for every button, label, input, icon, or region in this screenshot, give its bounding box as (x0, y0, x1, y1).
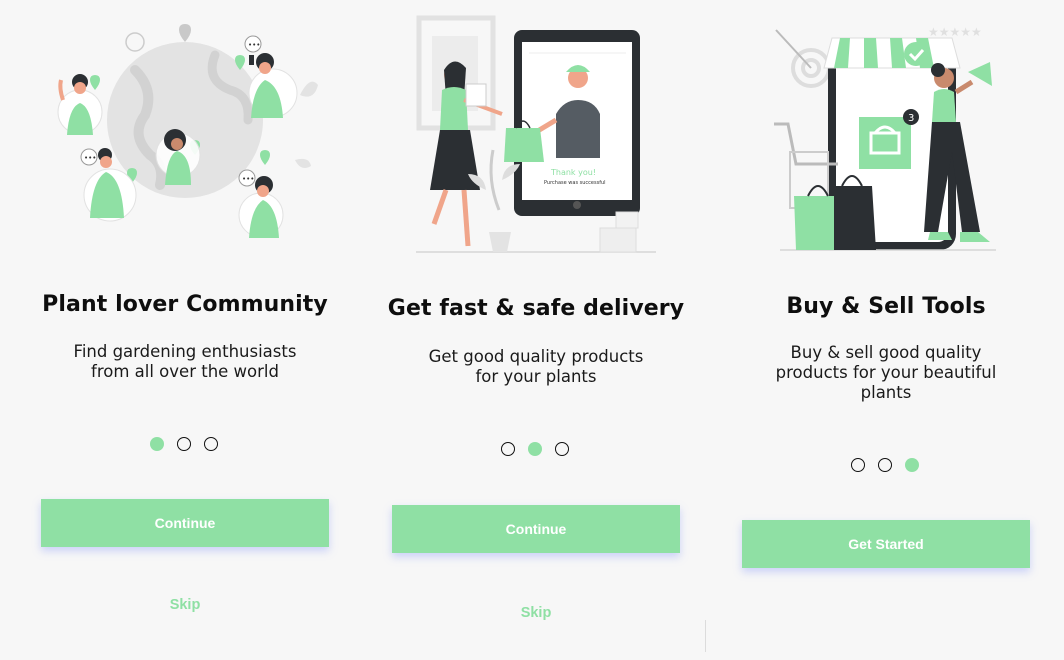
cart-badge: 3 (908, 113, 914, 124)
description-line: products for your beautiful (775, 363, 997, 382)
screen-description: Buy & sell good quality products for you… (716, 343, 1056, 403)
screen-description: Find gardening enthusiasts from all over… (15, 342, 355, 382)
svg-text:•••: ••• (242, 175, 254, 183)
continue-button[interactable]: Continue (41, 499, 329, 547)
onboarding-screen-tools: ★★★★★ 3 Buy & Sell Tools Buy & sell good… (716, 0, 1056, 660)
screen-title: Buy & Sell Tools (786, 294, 986, 319)
onboarding-screen-delivery: Thank you! Purchase was successful Get f… (366, 0, 706, 660)
page-dot[interactable] (878, 458, 892, 472)
description-line: plants (860, 383, 912, 402)
screen-title: Get fast & safe delivery (387, 296, 685, 321)
onboarding-screen-community: ••• ••• ••• Plant lover Community Find g… (15, 0, 355, 660)
svg-text:•••: ••• (248, 41, 260, 49)
continue-button[interactable]: Continue (392, 505, 680, 553)
page-dot-active[interactable] (528, 442, 542, 456)
page-dot-active[interactable] (150, 437, 164, 451)
screen-description: Get good quality products for your plant… (366, 347, 706, 387)
page-dot-active[interactable] (905, 458, 919, 472)
screen-title: Plant lover Community (42, 292, 328, 317)
page-dot[interactable] (177, 437, 191, 451)
description-line: Find gardening enthusiasts (73, 342, 297, 361)
shopping-illustration: ★★★★★ 3 (774, 25, 996, 251)
page-dot[interactable] (501, 442, 515, 456)
page-indicator (851, 458, 919, 472)
description-line: Buy & sell good quality (790, 343, 982, 362)
divider (705, 620, 706, 652)
svg-text:★★★★★: ★★★★★ (928, 25, 982, 39)
page-dot[interactable] (851, 458, 865, 472)
skip-link[interactable]: Skip (155, 597, 215, 613)
description-line: from all over the world (91, 362, 279, 381)
page-dot[interactable] (555, 442, 569, 456)
skip-link[interactable]: Skip (506, 605, 566, 621)
purchase-success-text: Purchase was successful (544, 180, 606, 186)
community-illustration: ••• ••• ••• (57, 24, 318, 238)
description-line: Get good quality products (428, 347, 644, 366)
thank-you-text: Thank you! (550, 168, 596, 177)
delivery-illustration: Thank you! Purchase was successful (416, 15, 656, 253)
get-started-button[interactable]: Get Started (742, 520, 1030, 568)
page-dot[interactable] (204, 437, 218, 451)
page-indicator (150, 437, 218, 451)
description-line: for your plants (475, 367, 597, 386)
svg-text:•••: ••• (84, 154, 96, 162)
page-indicator (501, 442, 569, 456)
